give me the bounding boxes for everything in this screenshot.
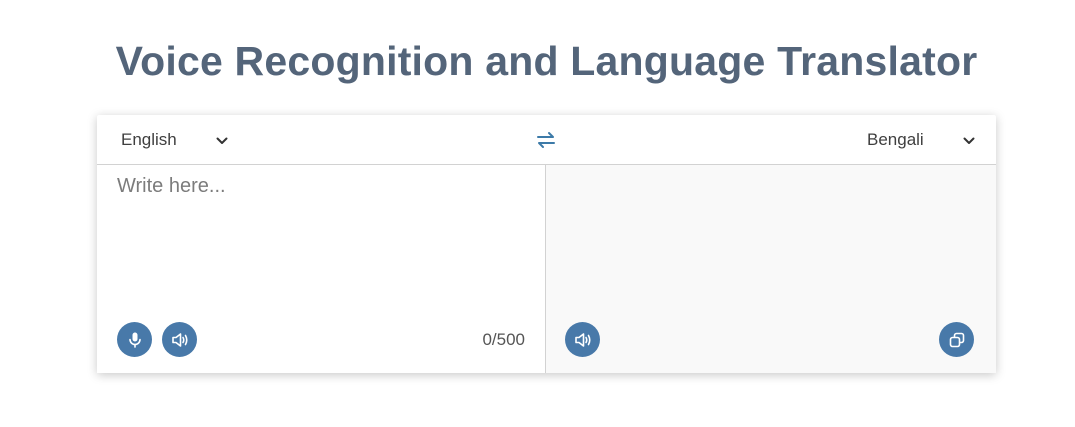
translated-text-output (566, 175, 976, 305)
language-controls: English Bengali (97, 115, 996, 165)
copy-icon (949, 332, 965, 348)
swap-arrows-icon[interactable] (536, 131, 556, 149)
source-speak-button[interactable] (162, 322, 197, 357)
target-pane (546, 165, 996, 373)
target-speak-button[interactable] (565, 322, 600, 357)
page-title: Voice Recognition and Language Translato… (115, 38, 978, 84)
target-language-select[interactable]: Bengali (867, 127, 975, 153)
source-pane: 0/500 (97, 165, 546, 373)
copy-button[interactable] (939, 322, 974, 357)
translator-card: English Bengali Write here... 0/500 (97, 115, 996, 373)
microphone-icon (128, 332, 142, 348)
character-count: 0/500 (482, 330, 525, 349)
speaker-icon (574, 332, 592, 348)
source-language-select[interactable]: English (121, 127, 228, 153)
source-text-input[interactable] (117, 175, 527, 305)
target-language-label: Bengali (867, 130, 924, 149)
source-language-label: English (121, 130, 177, 149)
microphone-button[interactable] (117, 322, 152, 357)
chevron-down-icon (216, 130, 228, 150)
chevron-down-icon (963, 130, 975, 150)
speaker-icon (171, 332, 189, 348)
